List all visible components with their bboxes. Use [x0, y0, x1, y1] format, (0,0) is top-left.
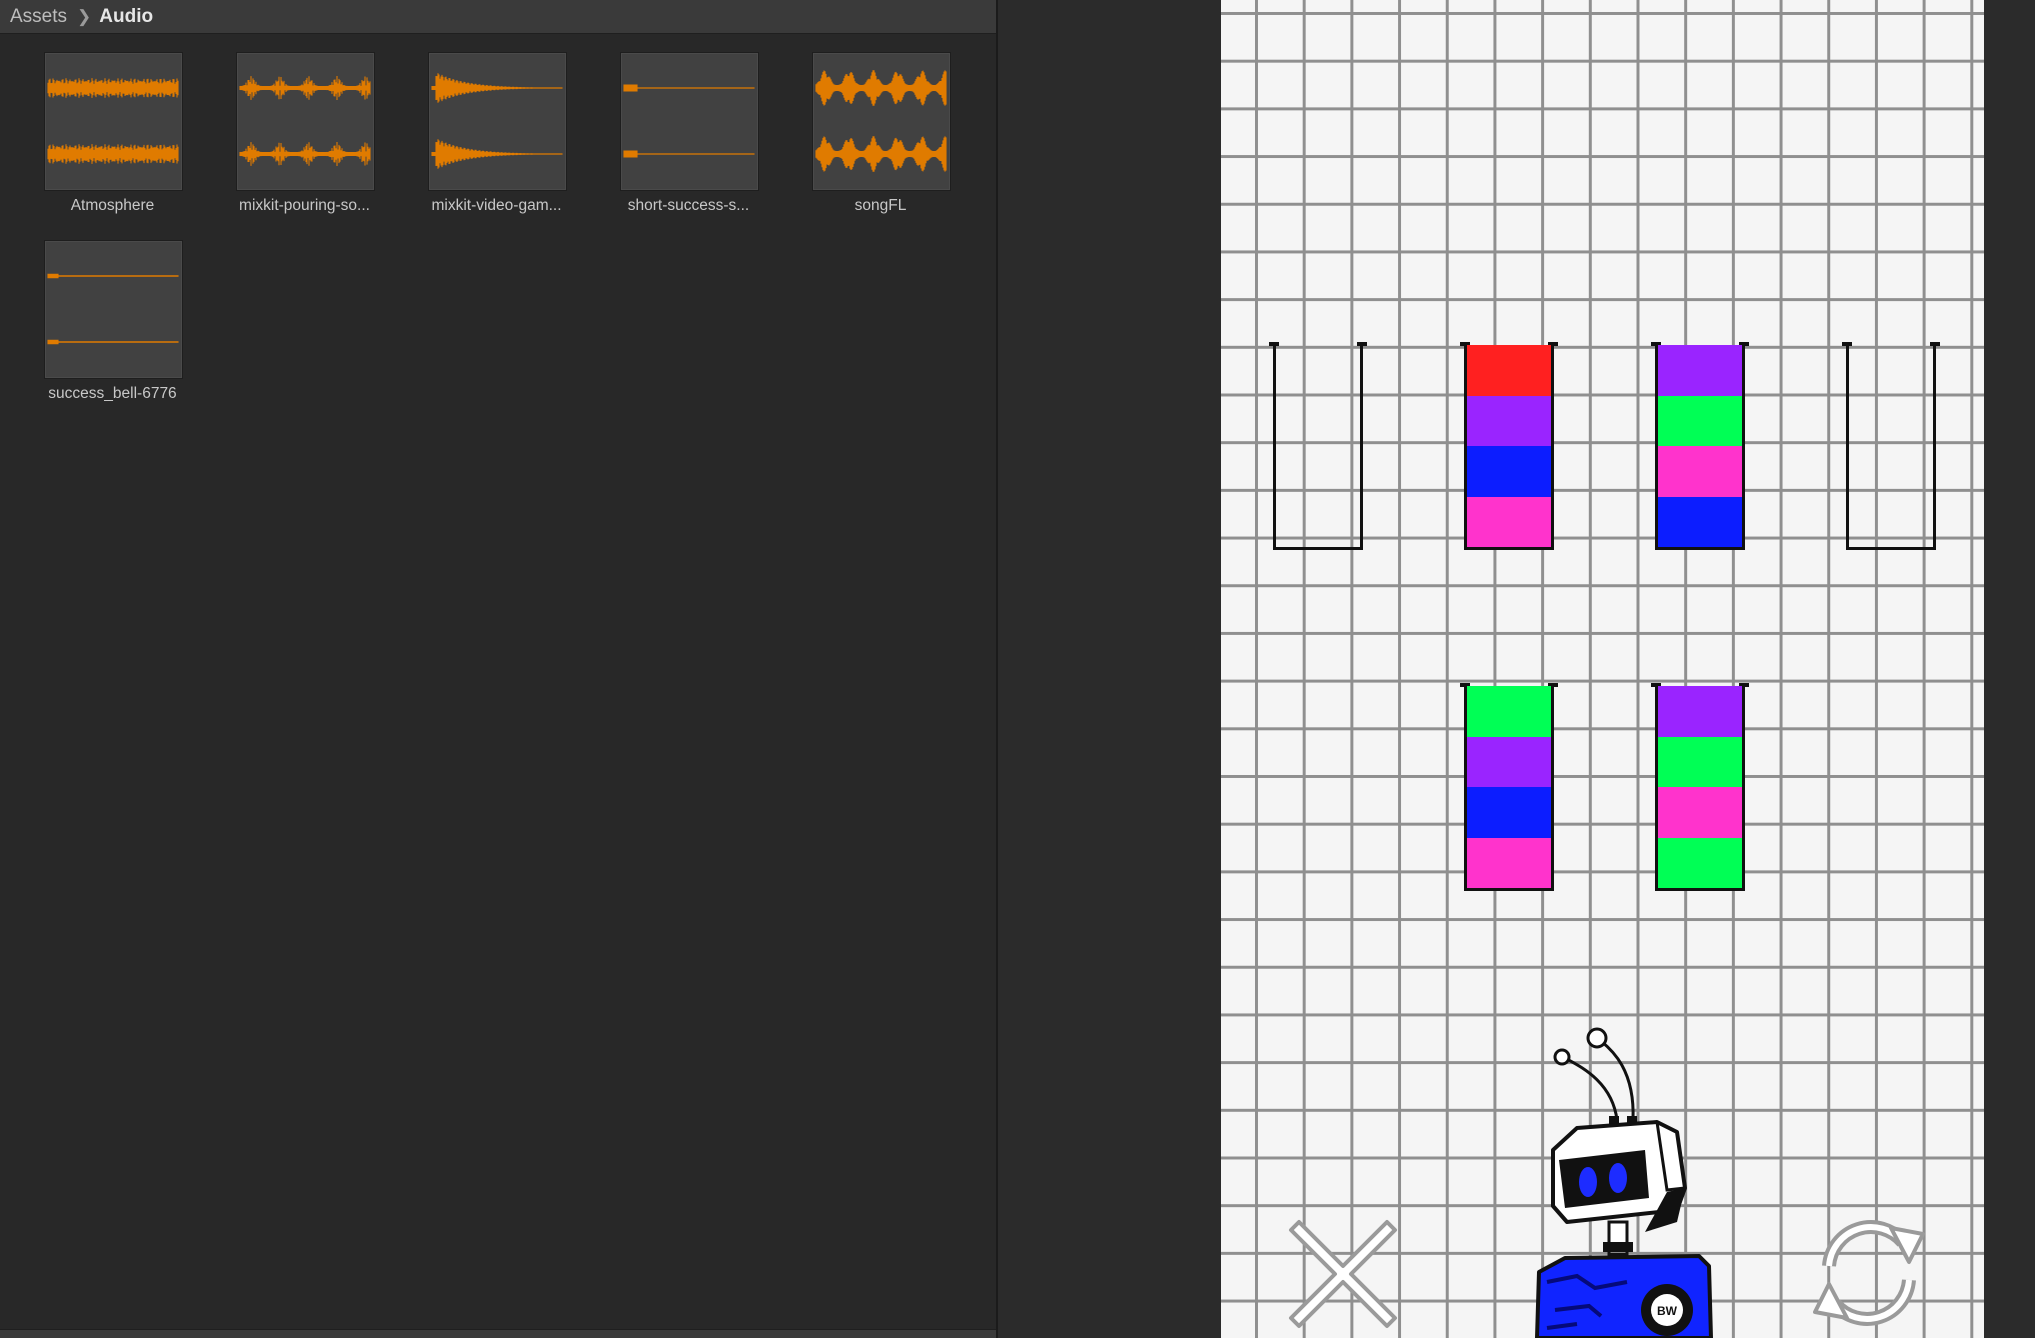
liquid-layer-purple	[1658, 686, 1742, 737]
asset-name: songFL	[854, 197, 907, 214]
waveform-thumbnail	[812, 52, 951, 191]
breadcrumb-assets[interactable]: Assets	[10, 6, 67, 28]
waveform-thumbnail	[236, 52, 375, 191]
close-icon	[1289, 1220, 1397, 1328]
tube-empty[interactable]	[1269, 342, 1367, 550]
audio-asset-item[interactable]: short-success-s...	[570, 52, 760, 222]
liquid-layer-pink	[1467, 837, 1551, 888]
liquid-layer-blue	[1658, 496, 1742, 547]
liquid-layer-green	[1658, 837, 1742, 888]
tube-lip	[1842, 342, 1852, 346]
tube-empty[interactable]	[1842, 342, 1940, 550]
liquid-layer-pink	[1467, 496, 1551, 547]
robot-mascot: BW	[1517, 1010, 1737, 1338]
tube-lip	[1357, 342, 1367, 346]
liquid-layer-green	[1658, 395, 1742, 446]
asset-name: success_bell-6776	[48, 385, 177, 402]
liquid-layer-blue	[1467, 446, 1551, 497]
liquid-stack	[1467, 686, 1551, 888]
breadcrumb-audio[interactable]: Audio	[99, 6, 153, 28]
tube-lip	[1930, 342, 1940, 346]
restart-button[interactable]	[1799, 1208, 1939, 1338]
liquid-layer-green	[1658, 736, 1742, 787]
project-assets-panel: Assets ❯ Audio Atmosphere mixkit-pouring-…	[0, 0, 998, 1338]
chevron-right-icon: ❯	[77, 6, 92, 26]
robot-badge-text: BW	[1657, 1304, 1678, 1318]
tube[interactable]	[1651, 342, 1749, 550]
liquid-layer-green	[1467, 686, 1551, 737]
liquid-layer-pink	[1658, 787, 1742, 838]
audio-asset-item[interactable]: Atmosphere	[0, 52, 184, 222]
tube-lip	[1269, 342, 1279, 346]
tube[interactable]	[1460, 342, 1558, 550]
waveform-thumbnail	[44, 52, 183, 191]
restart-icon	[1813, 1220, 1925, 1326]
waveform-thumbnail	[428, 52, 567, 191]
audio-asset-item[interactable]: songFL	[762, 52, 952, 222]
liquid-stack	[1658, 686, 1742, 888]
panel-bottom-bar	[0, 1329, 996, 1338]
game-view[interactable]: BW	[1221, 0, 1984, 1338]
liquid-layer-purple	[1467, 736, 1551, 787]
close-button[interactable]	[1287, 1218, 1399, 1330]
waveform-thumbnail	[620, 52, 759, 191]
audio-asset-item[interactable]: mixkit-pouring-so...	[186, 52, 376, 222]
tube[interactable]	[1651, 683, 1749, 891]
liquid-layer-red	[1467, 345, 1551, 396]
liquid-layer-blue	[1467, 787, 1551, 838]
breadcrumb: Assets ❯ Audio	[0, 0, 996, 34]
liquid-stack	[1467, 345, 1551, 547]
liquid-stack	[1658, 345, 1742, 547]
waveform-thumbnail	[44, 240, 183, 379]
audio-asset-item[interactable]: mixkit-video-gam...	[378, 52, 568, 222]
liquid-layer-pink	[1658, 446, 1742, 497]
liquid-layer-purple	[1467, 395, 1551, 446]
liquid-layer-purple	[1658, 345, 1742, 396]
tube[interactable]	[1460, 683, 1558, 891]
audio-asset-item[interactable]: success_bell-6776	[0, 240, 184, 410]
